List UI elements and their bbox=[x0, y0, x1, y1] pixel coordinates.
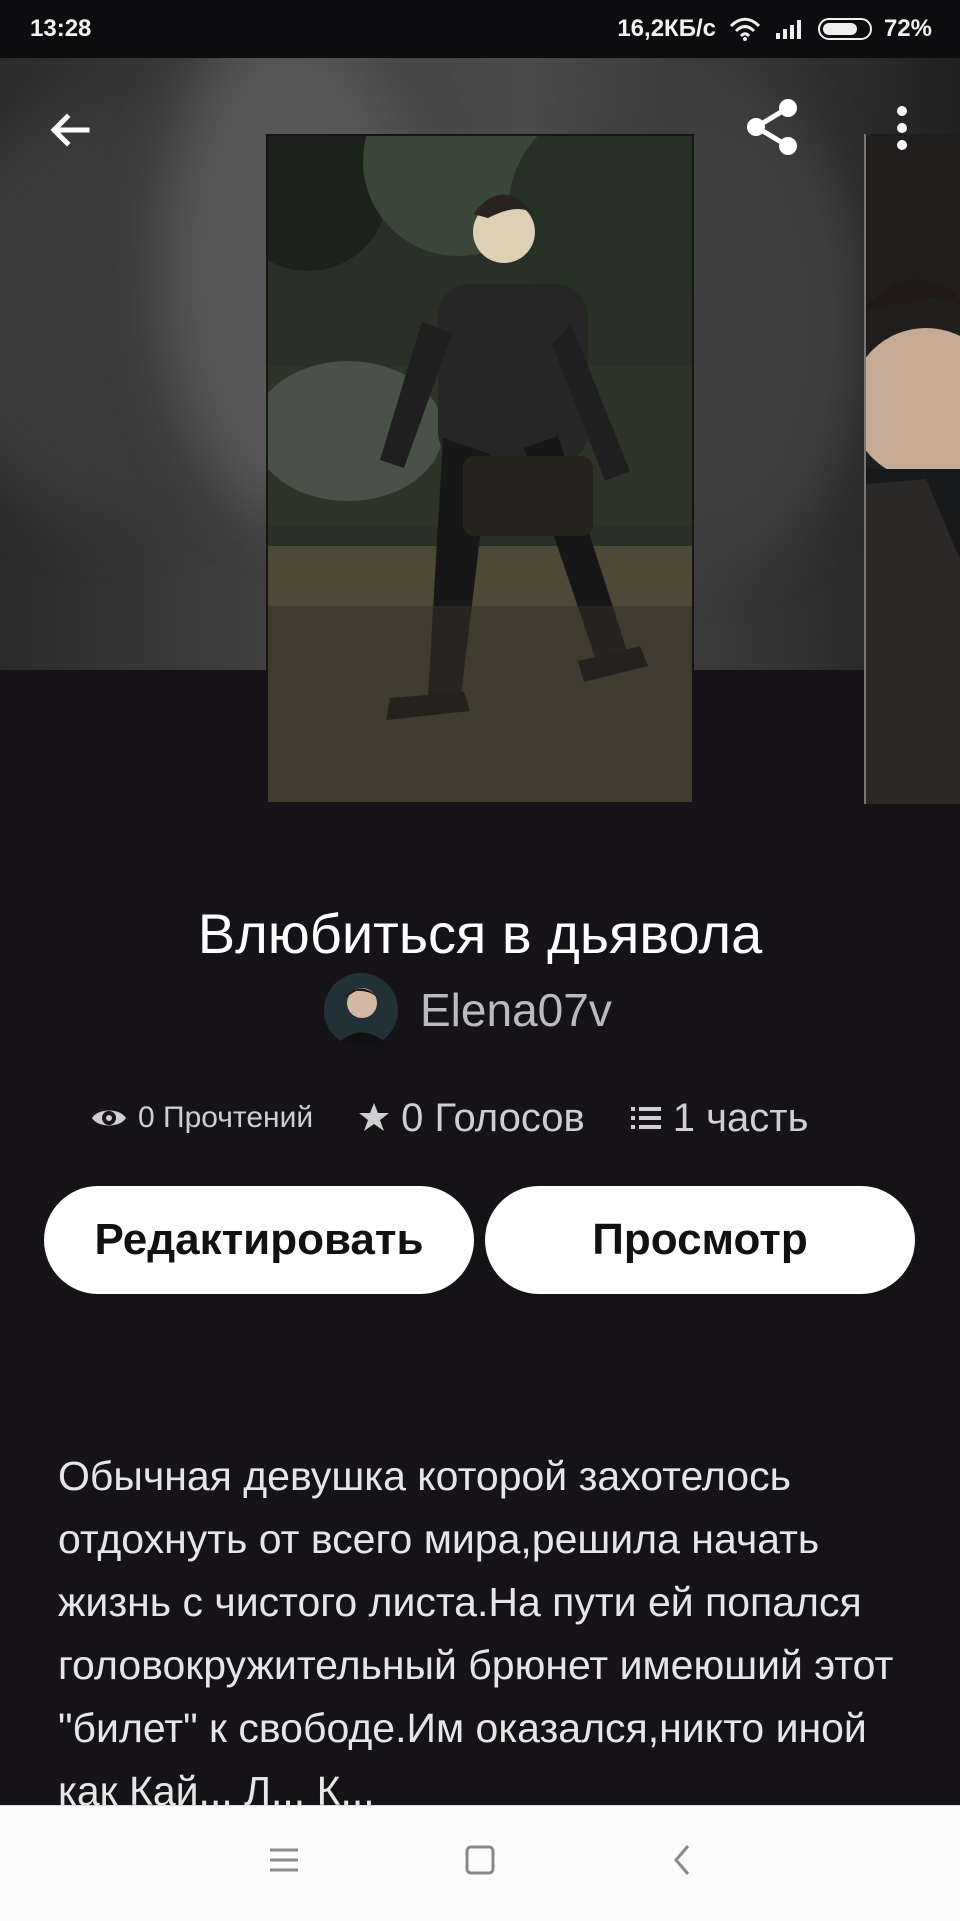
parts-stat: 1 часть bbox=[629, 1095, 809, 1141]
parts-count: 1 часть bbox=[672, 1095, 809, 1140]
status-time: 13:28 bbox=[30, 15, 92, 42]
status-indicators: 16,2КБ/с 72% bbox=[617, 15, 932, 43]
edit-button[interactable]: Редактировать bbox=[44, 1186, 474, 1294]
home-icon[interactable] bbox=[458, 1838, 502, 1882]
author-row[interactable]: Elena07v bbox=[324, 970, 744, 1050]
cover-scene-illustration bbox=[268, 136, 692, 802]
star-icon bbox=[359, 1103, 390, 1131]
battery-icon bbox=[817, 18, 872, 40]
signal-icon bbox=[775, 20, 801, 39]
wifi-icon bbox=[729, 17, 761, 41]
network-speed: 16,2КБ/с bbox=[617, 15, 716, 42]
status-bar: 13:28 16,2КБ/с 72% bbox=[0, 0, 960, 58]
reads-stat: 0 Прочтений bbox=[90, 1101, 313, 1135]
share-icon[interactable] bbox=[738, 92, 808, 162]
author-avatar[interactable] bbox=[324, 973, 398, 1047]
navigation-bar bbox=[0, 1805, 960, 1921]
reads-count: 0 Прочтений bbox=[138, 1101, 314, 1134]
votes-stat: 0 Голосов bbox=[357, 1096, 585, 1141]
next-cover-illustration bbox=[866, 134, 960, 804]
recent-apps-icon[interactable] bbox=[262, 1838, 306, 1882]
view-button[interactable]: Просмотр bbox=[485, 1186, 915, 1294]
back-arrow-icon[interactable] bbox=[38, 98, 102, 162]
story-cover-image[interactable] bbox=[266, 134, 694, 804]
battery-percentage: 72% bbox=[883, 15, 932, 42]
list-icon bbox=[630, 1107, 661, 1129]
votes-count: 0 Голосов bbox=[401, 1095, 585, 1140]
more-vertical-icon[interactable] bbox=[882, 96, 922, 160]
eye-icon bbox=[92, 1110, 126, 1126]
story-stats: 0 Прочтений 0 Голосов 1 часть bbox=[90, 1088, 910, 1148]
story-description: Обычная девушка которой захотелось отдох… bbox=[58, 1453, 894, 1814]
story-title: Влюбиться в дьявола bbox=[197, 901, 763, 965]
author-name[interactable]: Elena07v bbox=[420, 983, 612, 1037]
next-cover-image[interactable] bbox=[864, 134, 960, 804]
back-icon[interactable] bbox=[660, 1838, 704, 1882]
